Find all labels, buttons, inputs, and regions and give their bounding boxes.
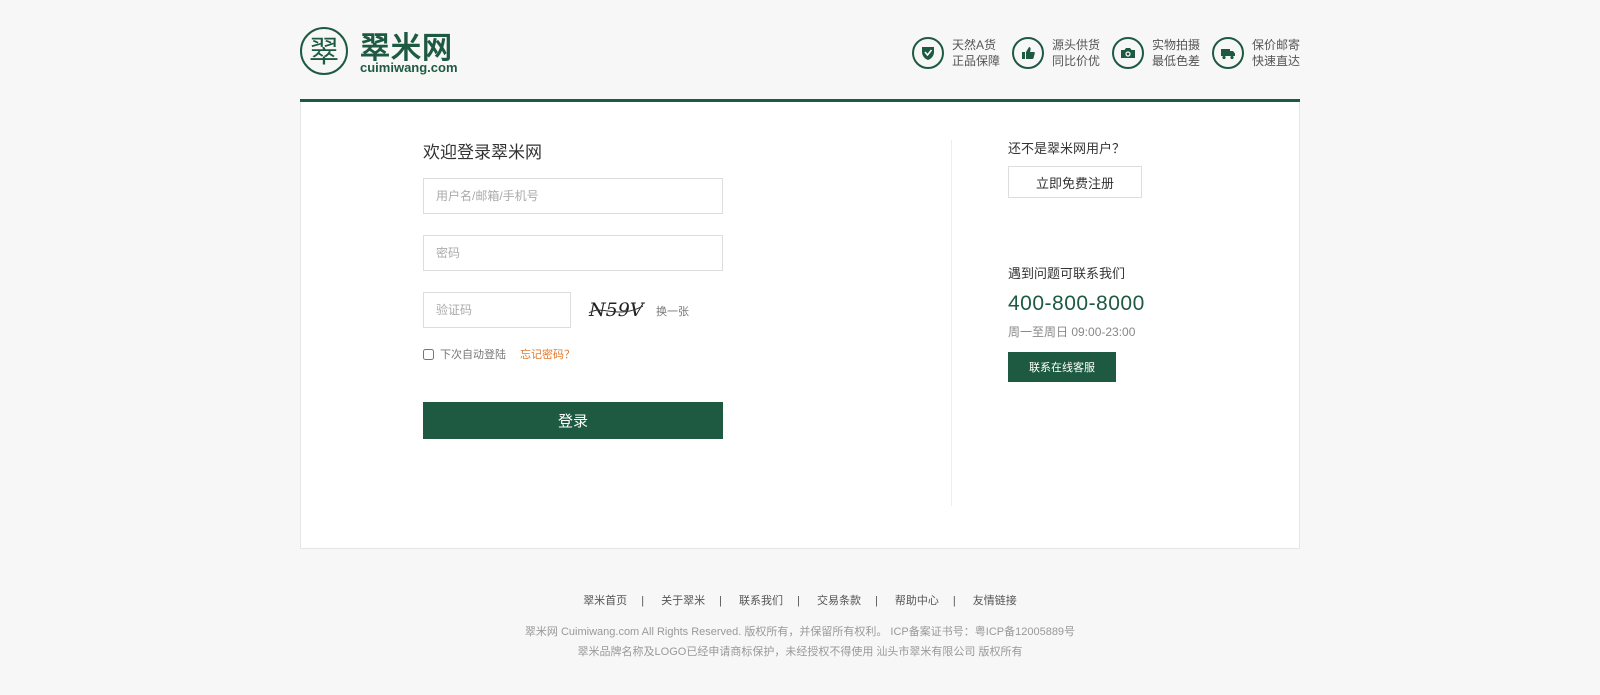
site-header: 翠 翠米网 cuimiwang.com 天然A货 正品保障 源头供货 同比价优: [300, 25, 1300, 100]
feature-title: 保价邮寄: [1252, 38, 1301, 52]
feature-title: 源头供货: [1052, 38, 1101, 52]
remember-label: 下次自动登陆: [440, 349, 506, 361]
service-hours: 周一至周日 09:00-23:00: [1008, 325, 1136, 339]
side-info: 还不是翠米网用户？ 立即免费注册 遇到问题可联系我们 400-800-8000 …: [1008, 138, 1248, 382]
shield-check-icon: [912, 37, 944, 69]
panel-divider: [951, 140, 952, 506]
login-form: 欢迎登录翠米网 N59V 换一张 下次自动登陆 忘记密码？ 登录: [423, 138, 723, 439]
thumbs-up-icon: [1012, 37, 1044, 69]
footer-link-help[interactable]: 帮助中心: [895, 595, 939, 607]
feature-item: 实物拍摄 最低色差: [1112, 33, 1200, 73]
footer-separator: |: [874, 595, 878, 607]
camera-icon: [1112, 37, 1144, 69]
footer-link-home[interactable]: 翠米首页: [583, 595, 627, 607]
hotline-phone: 400-800-8000: [1008, 292, 1145, 315]
password-input[interactable]: [423, 235, 723, 271]
register-prompt: 还不是翠米网用户？: [1008, 141, 1126, 156]
feature-item: 天然A货 正品保障: [912, 33, 1000, 73]
footer-link-terms[interactable]: 交易条款: [817, 595, 861, 607]
help-title: 遇到问题可联系我们: [1008, 266, 1126, 281]
logo-seal: 翠: [300, 27, 348, 75]
footer-copyright: 翠米网 Cuimiwang.com All Rights Reserved. 版…: [524, 626, 1076, 638]
login-title: 欢迎登录翠米网: [423, 143, 542, 162]
register-button[interactable]: 立即免费注册: [1008, 166, 1142, 198]
online-service-button[interactable]: 联系在线客服: [1008, 352, 1116, 382]
remember-checkbox[interactable]: [423, 348, 434, 360]
footer-link-about[interactable]: 关于翠米: [661, 595, 705, 607]
login-panel: 欢迎登录翠米网 N59V 换一张 下次自动登陆 忘记密码？ 登录 还不是翠米网用…: [300, 102, 1300, 549]
feature-item: 保价邮寄 快速直达: [1212, 33, 1300, 73]
forgot-password-link[interactable]: 忘记密码？: [520, 346, 575, 362]
footer-separator: |: [641, 595, 645, 607]
feature-subtitle: 快速直达: [1252, 54, 1301, 68]
remember-row: 下次自动登陆 忘记密码？: [423, 346, 723, 362]
logo-domain: cuimiwang.com: [360, 60, 458, 75]
site-logo[interactable]: 翠 翠米网 cuimiwang.com: [300, 25, 460, 81]
feature-title: 实物拍摄: [1152, 38, 1201, 52]
footer-link-friends[interactable]: 友情链接: [973, 595, 1017, 607]
username-input[interactable]: [423, 178, 723, 214]
delivery-truck-icon: [1212, 37, 1244, 69]
footer-link-contact[interactable]: 联系我们: [739, 595, 783, 607]
login-button[interactable]: 登录: [423, 402, 723, 439]
footer-separator: |: [719, 595, 722, 607]
feature-list: 天然A货 正品保障 源头供货 同比价优 实物拍摄 最低色差 保价邮寄 快速直达: [900, 33, 1300, 73]
captcha-image[interactable]: N59V: [587, 296, 645, 322]
feature-subtitle: 正品保障: [952, 54, 1001, 68]
feature-subtitle: 最低色差: [1152, 54, 1201, 68]
feature-item: 源头供货 同比价优: [1012, 33, 1100, 73]
feature-subtitle: 同比价优: [1052, 54, 1101, 68]
footer-nav: 翠米首页 | 关于翠米 | 联系我们 | 交易条款 | 帮助中心 | 友情链接: [0, 592, 1600, 608]
feature-title: 天然A货: [952, 38, 997, 52]
footer-trademark: 翠米品牌名称及LOGO已经申请商标保护，未经授权不得使用 汕头市翠米有限公司 版…: [577, 646, 1023, 658]
footer-separator: |: [952, 595, 956, 607]
footer-separator: |: [797, 595, 800, 607]
captcha-input[interactable]: [423, 292, 571, 328]
captcha-refresh-link[interactable]: 换一张: [656, 303, 689, 319]
captcha-row: N59V 换一张: [423, 292, 723, 328]
